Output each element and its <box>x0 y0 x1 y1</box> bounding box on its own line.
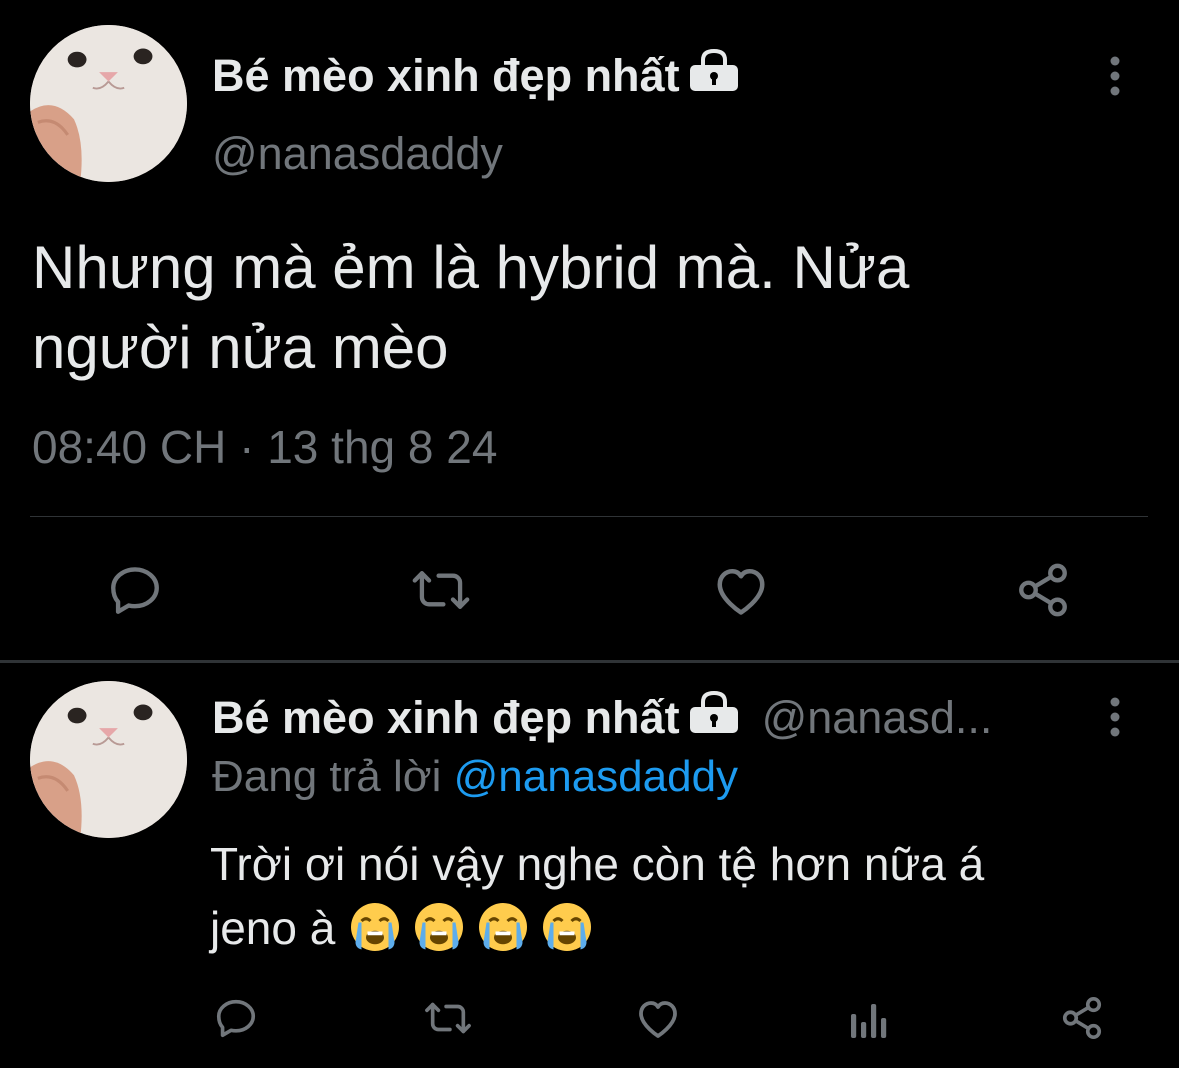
reply-reply-button[interactable] <box>210 992 262 1044</box>
reply-share-button[interactable] <box>1056 992 1108 1044</box>
tweet-text-line-1: Nhưng mà ẻm là hybrid mà. Nửa <box>32 234 910 301</box>
reply-display-name-text: Bé mèo xinh đẹp nhất <box>212 691 680 743</box>
loudly-crying-face-emoji <box>479 903 528 951</box>
retweet-icon <box>425 1002 471 1034</box>
timestamp[interactable]: 08:40 CH · 13 thg 8 24 <box>32 420 497 474</box>
share-button[interactable] <box>1008 558 1078 622</box>
section-divider <box>0 660 1179 663</box>
reply-text-line-1: Trời ơi nói vậy nghe còn tệ hơn nữa á <box>210 838 985 890</box>
retweet-button[interactable] <box>406 558 476 622</box>
retweet-icon <box>412 571 470 609</box>
replying-to-label: Đang trả lời <box>212 752 442 801</box>
share-icon <box>1019 563 1067 617</box>
heart-icon <box>639 1001 677 1038</box>
loudly-crying-face-emoji <box>543 903 592 951</box>
divider <box>30 516 1148 517</box>
replying-to-mention[interactable]: @nanasdaddy <box>454 752 738 801</box>
reply-text-line-2: jeno à <box>210 896 1150 960</box>
loudly-crying-face-emoji <box>415 903 464 951</box>
reply-display-name[interactable]: Bé mèo xinh đẹp nhất @nanasd... <box>212 690 992 745</box>
loudly-crying-face-emoji <box>351 903 400 951</box>
reply-icon <box>216 999 256 1038</box>
emoji-group <box>348 902 604 954</box>
cat-avatar-image <box>30 25 187 182</box>
cat-avatar-image <box>30 681 187 838</box>
reply-like-button[interactable] <box>632 992 684 1044</box>
lock-icon <box>688 690 740 745</box>
reply-tweet-text: Trời ơi nói vậy nghe còn tệ hơn nữa á je… <box>210 832 1150 960</box>
heart-icon <box>717 569 765 615</box>
reply-analytics-button[interactable] <box>844 994 894 1044</box>
display-name[interactable]: Bé mèo xinh đẹp nhất <box>212 48 740 103</box>
reply-icon <box>111 567 159 614</box>
replying-to: Đang trả lời @nanasdaddy <box>212 752 738 802</box>
reply-retweet-button[interactable] <box>420 992 476 1044</box>
reply-text-line-2-words: jeno à <box>210 902 336 954</box>
more-vertical-icon[interactable] <box>1104 696 1126 743</box>
reply-button[interactable] <box>100 558 170 622</box>
lock-icon <box>688 48 740 103</box>
avatar[interactable] <box>30 25 187 182</box>
share-icon <box>1062 997 1102 1039</box>
like-button[interactable] <box>706 558 776 622</box>
tweet-text-line-2: người nửa mèo <box>32 314 449 381</box>
handle[interactable]: @nanasdaddy <box>212 128 503 180</box>
analytics-icon <box>851 1004 887 1038</box>
display-name-text: Bé mèo xinh đẹp nhất <box>212 49 680 101</box>
tweet-text: Nhưng mà ẻm là hybrid mà. Nửa người nửa … <box>32 228 1132 388</box>
more-vertical-icon[interactable] <box>1104 55 1126 102</box>
reply-handle[interactable]: @nanasd... <box>762 692 993 744</box>
reply-avatar[interactable] <box>30 681 187 838</box>
